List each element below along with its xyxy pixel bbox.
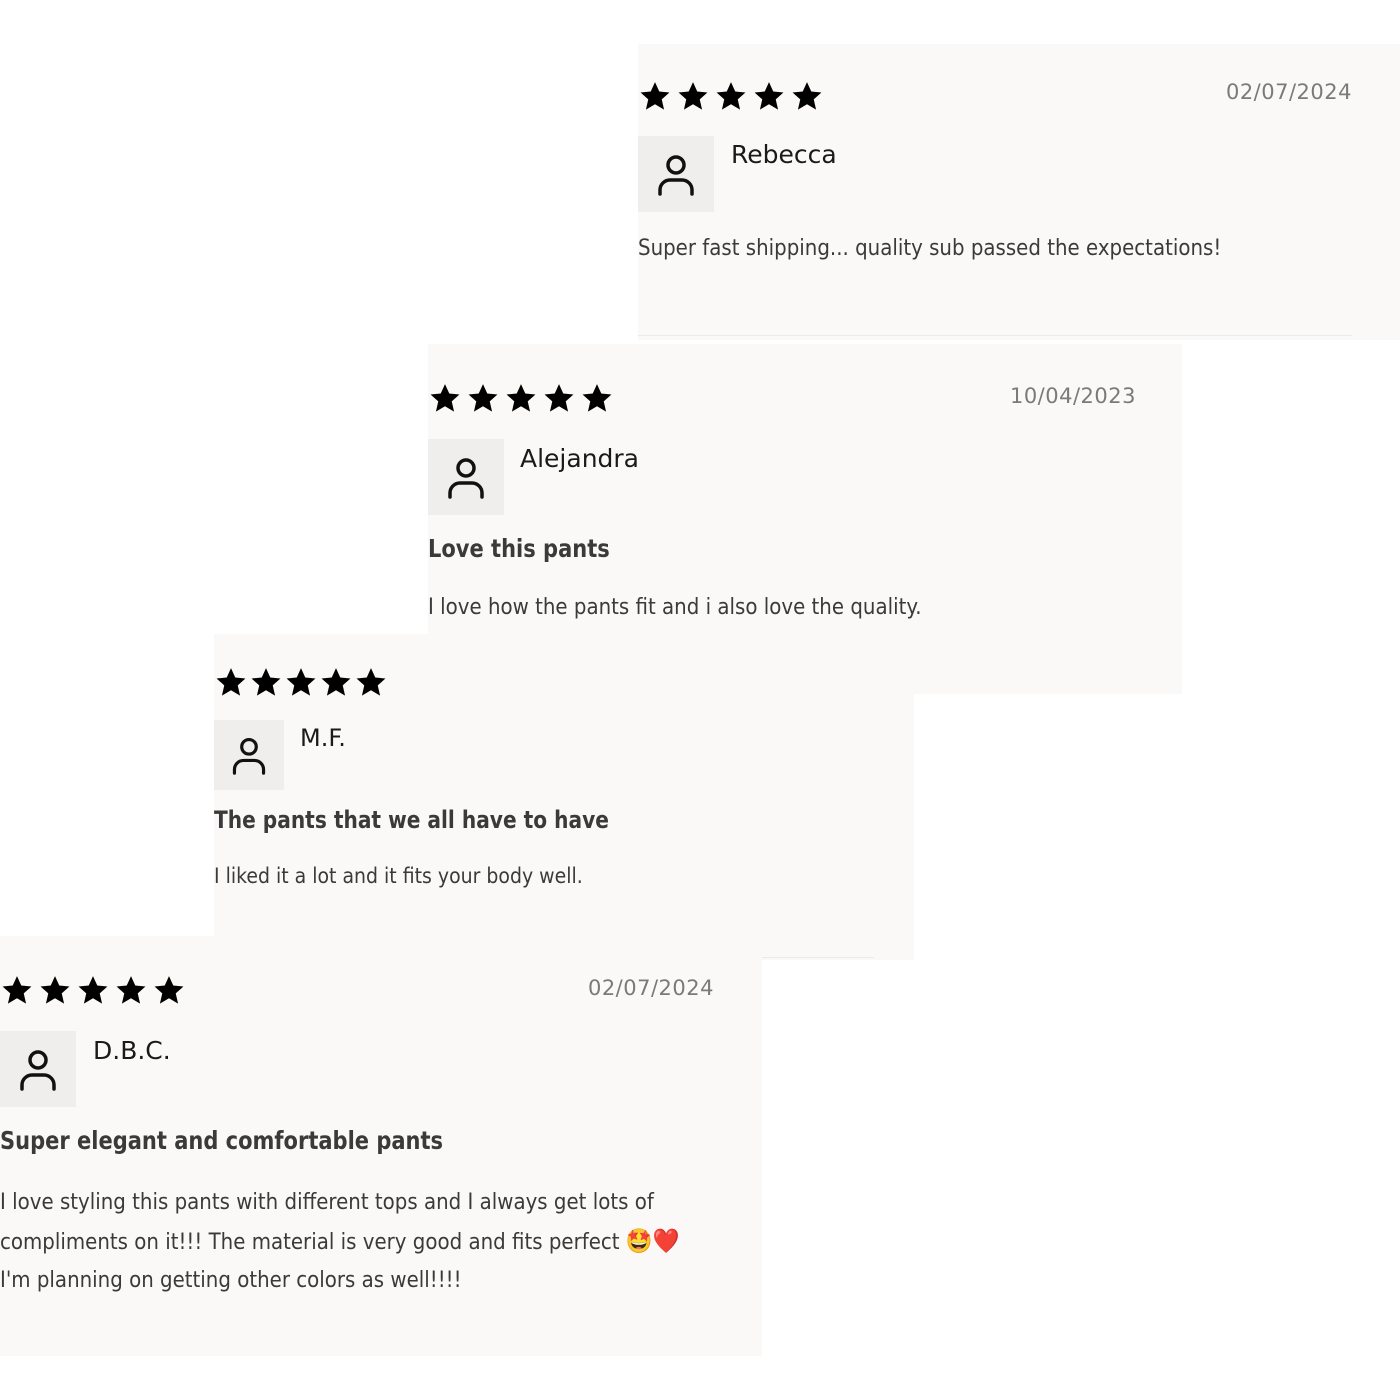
review-title: The pants that we all have to have [214, 806, 609, 834]
avatar [214, 720, 284, 790]
star-icon [428, 382, 466, 418]
reviewer-name: D.B.C. [93, 1036, 171, 1065]
star-icon [466, 382, 504, 418]
star-icon [638, 80, 676, 116]
review-card: 02/07/2024 Rebecca Super fast shipping..… [638, 44, 1400, 340]
review-body-line: I'm planning on getting other colors as … [0, 1268, 462, 1293]
reviewer-name: Alejandra [520, 444, 640, 473]
review-body: I liked it a lot and it fits your body w… [214, 864, 583, 888]
star-rating [638, 80, 828, 116]
review-card: M.F. The pants that we all have to have … [214, 634, 914, 960]
star-icon [214, 666, 249, 702]
divider [638, 335, 1352, 336]
review-body: Super fast shipping... quality sub passe… [638, 236, 1222, 261]
star-icon [114, 974, 152, 1010]
star-rating [0, 974, 190, 1010]
reviews-collage: 02/07/2024 Rebecca Super fast shipping..… [0, 0, 1400, 1400]
star-icon [676, 80, 714, 116]
emoji-icon: 🤩❤️ [625, 1227, 680, 1255]
star-icon [790, 80, 828, 116]
star-rating [214, 666, 389, 702]
review-body-line: compliments on it!!! The material is ver… [0, 1222, 680, 1262]
review-body: I love styling this pants with different… [0, 1184, 680, 1300]
review-body-line-text: compliments on it!!! The material is ver… [0, 1230, 620, 1255]
star-icon [319, 666, 354, 702]
reviewer-name: M.F. [300, 724, 346, 752]
star-icon [38, 974, 76, 1010]
star-icon [504, 382, 542, 418]
review-title: Super elegant and comfortable pants [0, 1126, 444, 1155]
review-body-line: I love styling this pants with different… [0, 1190, 654, 1215]
avatar [638, 136, 714, 212]
user-icon [448, 458, 484, 499]
avatar [0, 1031, 76, 1107]
star-icon [76, 974, 114, 1010]
star-icon [714, 80, 752, 116]
user-icon [658, 155, 694, 196]
review-date: 10/04/2023 [1009, 384, 1136, 408]
star-icon [354, 666, 389, 702]
star-icon [542, 382, 580, 418]
review-title: Love this pants [428, 534, 610, 563]
star-icon [0, 974, 38, 1010]
star-icon [284, 666, 319, 702]
star-icon [152, 974, 190, 1010]
avatar [428, 439, 504, 515]
star-icon [580, 382, 618, 418]
review-date: 02/07/2024 [587, 976, 714, 1000]
user-icon [232, 737, 266, 775]
star-icon [249, 666, 284, 702]
star-icon [752, 80, 790, 116]
review-date: 02/07/2024 [1225, 80, 1352, 104]
star-rating [428, 382, 618, 418]
review-card: 02/07/2024 D.B.C. Super elegant and comf… [0, 936, 762, 1356]
reviewer-name: Rebecca [731, 140, 837, 169]
user-icon [20, 1050, 56, 1091]
review-body: I love how the pants fit and i also love… [428, 595, 922, 620]
